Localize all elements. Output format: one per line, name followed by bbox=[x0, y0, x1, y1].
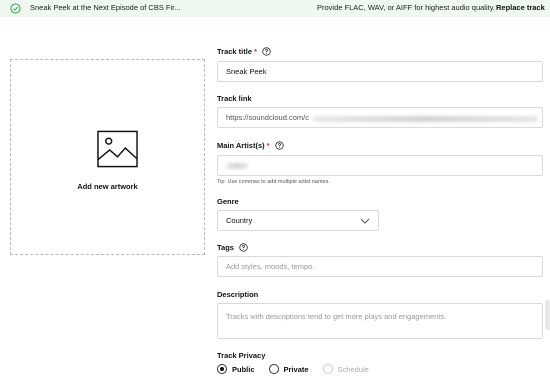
check-circle-icon bbox=[10, 3, 21, 14]
track-title-label-text: Track title bbox=[217, 47, 253, 56]
tags-label: Tags bbox=[217, 243, 248, 252]
privacy-private-radio[interactable]: Private bbox=[268, 364, 309, 374]
help-icon[interactable] bbox=[262, 47, 271, 56]
scrollbar[interactable] bbox=[545, 300, 550, 330]
artist-tip: Tip: Use commas to add multiple artist n… bbox=[217, 179, 330, 185]
track-link-label: Track link bbox=[217, 94, 252, 103]
privacy-public-radio[interactable]: Public bbox=[217, 364, 255, 374]
track-privacy-label: Track Privacy bbox=[217, 351, 266, 360]
upload-status-banner: Sneak Peek at the Next Episode of CBS Fi… bbox=[0, 0, 550, 17]
tags-label-text: Tags bbox=[217, 243, 234, 252]
track-title-label: Track title * bbox=[217, 47, 271, 56]
track-link-input[interactable]: https://soundcloud.com/c bbox=[217, 107, 543, 128]
tags-input[interactable]: Add styles, moods, tempo. bbox=[217, 256, 543, 277]
genre-value: Country bbox=[226, 216, 253, 225]
add-artwork-label: Add new artwork bbox=[77, 182, 138, 191]
blurred-artist-name bbox=[226, 163, 248, 169]
privacy-private-label: Private bbox=[283, 364, 309, 374]
genre-label: Genre bbox=[217, 197, 239, 206]
chevron-down-icon bbox=[360, 218, 370, 224]
artwork-dropzone[interactable]: Add new artwork bbox=[10, 59, 205, 255]
main-artist-label-text: Main Artist(s) bbox=[217, 141, 265, 150]
help-icon[interactable] bbox=[239, 243, 248, 252]
replace-track-button[interactable]: Replace track bbox=[496, 3, 545, 12]
audio-quality-message: Provide FLAC, WAV, or AIFF for highest a… bbox=[317, 3, 495, 12]
required-mark: * bbox=[254, 47, 257, 56]
radio-selected-indicator bbox=[217, 364, 227, 374]
track-title-input[interactable]: Sneak Peek bbox=[217, 61, 543, 82]
track-link-value: https://soundcloud.com/c bbox=[226, 113, 309, 122]
privacy-public-label: Public bbox=[232, 364, 255, 374]
genre-select[interactable]: Country bbox=[217, 210, 379, 231]
blurred-link-text bbox=[313, 116, 538, 122]
description-label: Description bbox=[217, 290, 259, 299]
image-icon bbox=[97, 130, 138, 168]
radio-indicator bbox=[322, 364, 333, 374]
privacy-schedule-label: Schedule bbox=[337, 364, 369, 374]
help-icon[interactable] bbox=[274, 141, 284, 150]
required-mark: * bbox=[266, 141, 270, 150]
privacy-radio-group: Public Private Schedule bbox=[217, 364, 383, 374]
description-textarea[interactable]: Tracks with descriptions tend to get mor… bbox=[217, 303, 543, 339]
privacy-schedule-radio[interactable]: Schedule bbox=[322, 364, 369, 374]
radio-indicator bbox=[268, 364, 279, 374]
main-artist-input[interactable] bbox=[217, 155, 543, 176]
main-artist-label: Main Artist(s) * bbox=[217, 141, 284, 150]
uploaded-file-name: Sneak Peek at the Next Episode of CBS Fi… bbox=[30, 3, 181, 12]
